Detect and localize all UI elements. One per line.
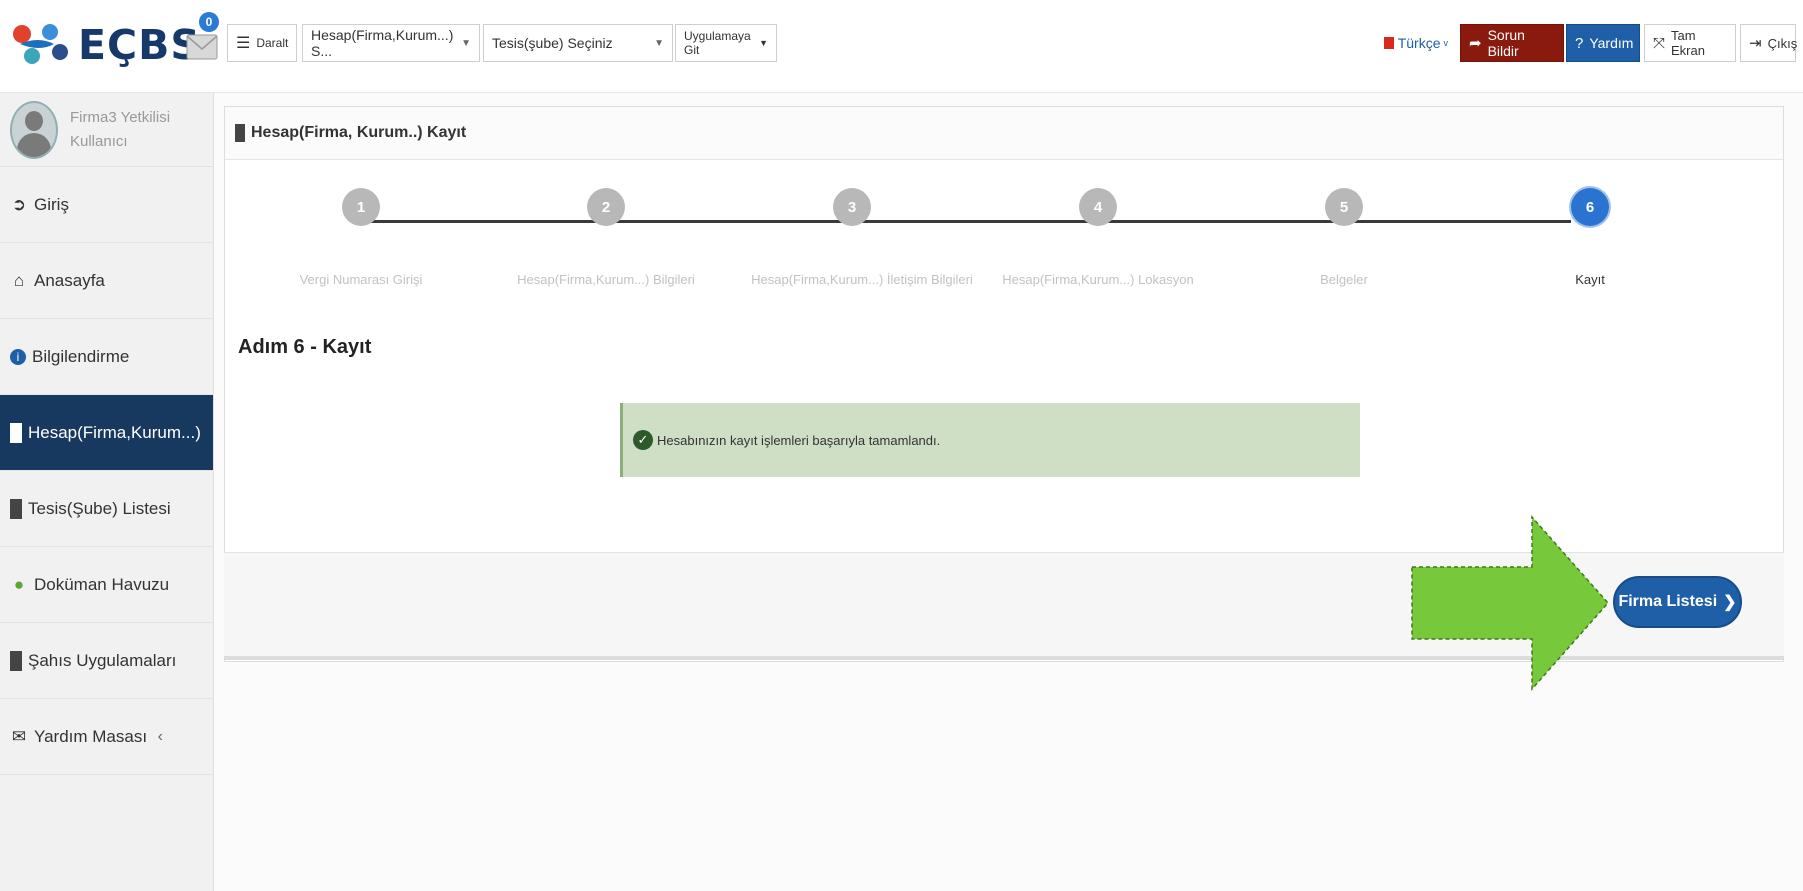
building-icon	[10, 650, 22, 671]
sidebar: Firma3 Yetkilisi Kullanıcı ➲ Giriş ⌂ Ana…	[0, 93, 214, 891]
facility-select[interactable]: Tesis(şube) Seçiniz ▼	[483, 24, 673, 62]
expand-icon: ⤧	[1653, 34, 1666, 52]
fullscreen-label: Tam Ekran	[1671, 28, 1705, 58]
firma-listesi-button[interactable]: Firma Listesi ❯	[1613, 576, 1742, 628]
chevron-right-icon: ❯	[1723, 594, 1737, 611]
logout-button[interactable]: ⇥ Çıkış	[1740, 24, 1798, 62]
sidebar-item-yardim-masasi[interactable]: ✉ Yardım Masası ‹	[0, 699, 213, 775]
hamburger-icon: ☰	[236, 35, 251, 52]
sidebar-item-label: Şahıs Uygulamaları	[28, 650, 177, 670]
brand-name: EÇBS	[78, 21, 201, 69]
success-alert: ✓ Hesabınızın kayıt işlemleri başarıyla …	[620, 403, 1360, 477]
wizard-step-label: Kayıt	[1575, 272, 1605, 287]
question-circle-icon: ?	[1575, 34, 1584, 52]
sidebar-item-tesis-listesi[interactable]: Tesis(Şube) Listesi	[0, 471, 213, 547]
sidebar-item-label: Hesap(Firma,Kurum...)	[28, 422, 201, 442]
wizard-step-label: Hesap(Firma,Kurum...) Lokasyon	[1002, 272, 1194, 287]
sidebar-item-dokuman-havuzu[interactable]: ● Doküman Havuzu	[0, 547, 213, 623]
wizard-step-5[interactable]: 5	[1325, 188, 1363, 226]
app-go-dropdown[interactable]: Uygulamaya Git ▼	[675, 24, 777, 62]
help-label: Yardım	[1589, 35, 1634, 51]
check-circle-icon: ✓	[633, 430, 653, 450]
user-name: Firma3 Yetkilisi	[70, 108, 171, 126]
facility-select-value: Tesis(şube) Seçiniz	[492, 35, 613, 51]
top-navbar: EÇBS 0 ☰ Daralt Hesap(Firma,Kurum...) S.…	[0, 0, 1803, 93]
caret-down-icon: ▼	[759, 38, 768, 48]
flag-icon	[1384, 37, 1394, 49]
account-select[interactable]: Hesap(Firma,Kurum...) S... ▼	[302, 24, 480, 62]
envelope-icon	[186, 34, 218, 60]
building-icon	[10, 422, 22, 443]
app-go-label: Uygulamaya Git	[684, 29, 751, 57]
share-icon: ➦	[1469, 35, 1482, 52]
wizard-step-6[interactable]: 6	[1571, 188, 1609, 226]
wizard-step-label: Vergi Numarası Girişi	[299, 272, 423, 287]
sidebar-item-label: Tesis(Şube) Listesi	[28, 498, 171, 518]
sidebar-item-label: Yardım Masası	[34, 726, 148, 746]
chevron-down-icon: v	[1443, 38, 1449, 48]
account-select-value: Hesap(Firma,Kurum...) S...	[311, 27, 454, 59]
wizard-step-label: Hesap(Firma,Kurum...) Bilgileri	[517, 272, 695, 287]
report-issue-button[interactable]: ➦ Sorun Bildir	[1460, 24, 1564, 62]
users-icon: ●	[13, 574, 25, 594]
sidebar-item-label: Bilgilendirme	[32, 346, 130, 366]
messages-button[interactable]: 0	[186, 12, 219, 62]
step-heading: Adım 6 - Kayıt	[238, 336, 372, 358]
help-button[interactable]: ? Yardım	[1566, 24, 1640, 62]
panel-title: Hesap(Firma, Kurum..) Kayıt	[251, 124, 467, 141]
arrow-circle-right-icon: ➲	[11, 194, 27, 214]
sign-out-icon: ⇥	[1749, 35, 1762, 52]
wizard-step-label: Hesap(Firma,Kurum...) İletişim Bilgileri	[751, 272, 973, 287]
caret-down-icon: ▼	[654, 37, 664, 49]
building-icon	[10, 498, 22, 519]
messages-badge: 0	[199, 12, 219, 32]
home-icon: ⌂	[13, 270, 25, 290]
firma-listesi-label: Firma Listesi	[1618, 593, 1718, 610]
chevron-left-icon: ‹	[157, 727, 163, 745]
caret-down-icon: ▼	[461, 37, 471, 49]
sidebar-item-giris[interactable]: ➲ Giriş	[0, 167, 213, 243]
logout-label: Çıkış	[1767, 35, 1798, 51]
brand-logo[interactable]: EÇBS	[10, 14, 201, 76]
collapse-sidebar-button[interactable]: ☰ Daralt	[227, 24, 297, 62]
wizard-step-2[interactable]: 2	[587, 188, 625, 226]
info-icon: i	[10, 348, 26, 365]
avatar	[10, 100, 58, 159]
sidebar-item-label: Doküman Havuzu	[34, 574, 170, 594]
sidebar-item-hesap[interactable]: Hesap(Firma,Kurum...)	[0, 395, 213, 471]
user-role: Kullanıcı	[70, 132, 128, 150]
envelope-icon: ✉	[11, 726, 27, 746]
arrow-right-icon	[1411, 515, 1610, 691]
wizard-step-3[interactable]: 3	[833, 188, 871, 226]
sidebar-item-sahis-uygulamalari[interactable]: Şahıs Uygulamaları	[0, 623, 213, 699]
language-label: Türkçe	[1397, 35, 1441, 51]
sidebar-item-label: Anasayfa	[34, 270, 105, 290]
fullscreen-button[interactable]: ⤧ Tam Ekran	[1644, 24, 1736, 62]
wizard-progress-line	[361, 220, 1571, 223]
wizard-step-1[interactable]: 1	[342, 188, 380, 226]
sidebar-item-anasayfa[interactable]: ⌂ Anasayfa	[0, 243, 213, 319]
collapse-label: Daralt	[256, 36, 289, 50]
report-issue-label: Sorun Bildir	[1487, 27, 1525, 59]
sidebar-item-bilgilendirme[interactable]: i Bilgilendirme	[0, 319, 213, 395]
sidebar-item-label: Giriş	[34, 194, 69, 214]
building-icon	[235, 124, 245, 142]
wizard-step-label: Belgeler	[1320, 272, 1368, 287]
panel-header: Hesap(Firma, Kurum..) Kayıt	[225, 107, 1783, 160]
wizard-step-4[interactable]: 4	[1079, 188, 1117, 226]
success-message: Hesabınızın kayıt işlemleri başarıyla ta…	[657, 432, 941, 448]
user-panel: Firma3 Yetkilisi Kullanıcı	[0, 93, 213, 167]
logo-mark-icon	[13, 24, 68, 64]
language-dropdown[interactable]: Türkçe v	[1376, 24, 1456, 62]
